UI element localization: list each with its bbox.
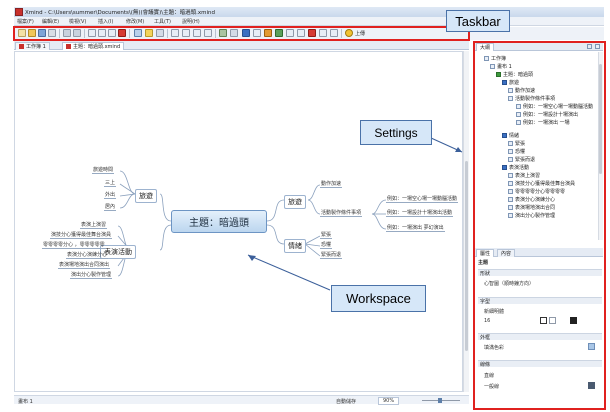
settings-callout: Settings: [360, 120, 432, 145]
settings-callout-arrow: [419, 132, 463, 153]
